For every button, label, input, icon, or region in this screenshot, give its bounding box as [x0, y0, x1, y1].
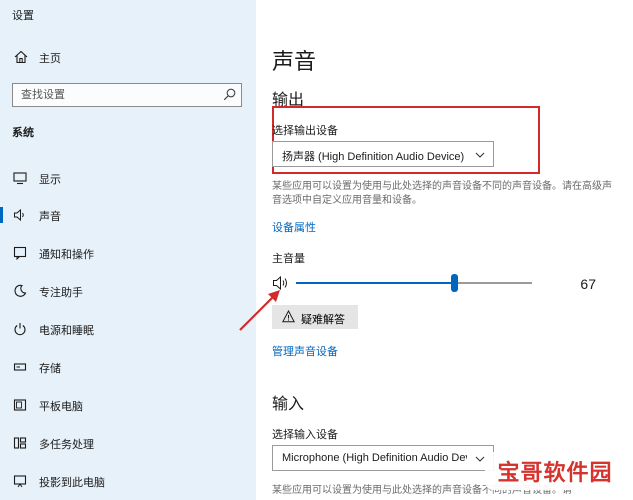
sidebar-item-label: 电源和睡眠	[39, 325, 94, 337]
sidebar-item-label: 专注助手	[39, 287, 83, 299]
sidebar-item-multitasking[interactable]: 多任务处理	[0, 428, 256, 458]
volume-slider-thumb[interactable]	[451, 274, 459, 292]
moon-icon	[14, 284, 27, 297]
sidebar-item-focus-assist[interactable]: 专注助手	[0, 276, 256, 306]
annotation-arrow	[239, 290, 280, 331]
sidebar-item-display[interactable]: 显示	[0, 163, 256, 193]
speaker-icon	[14, 208, 24, 222]
output-device-label: 选择输出设备	[272, 125, 338, 137]
input-heading: 输入	[272, 396, 305, 413]
main-content: 声音 输出 选择输出设备 扬声器 (High Definition Audio …	[256, 0, 633, 500]
master-volume-label: 主音量	[272, 253, 305, 265]
sidebar-item-label: 声音	[39, 211, 61, 223]
power-icon	[14, 323, 26, 336]
search-input[interactable]	[13, 84, 218, 106]
troubleshoot-label: 疑难解答	[301, 314, 345, 326]
volume-value: 67	[580, 276, 596, 292]
sidebar-item-label: 投影到此电脑	[39, 477, 105, 489]
volume-slider[interactable]	[296, 274, 532, 292]
search-icon[interactable]	[223, 88, 236, 101]
home-icon	[14, 50, 28, 64]
sidebar: 主页 系统 显示 声音 通知和操作 专注助手 电源和睡眠 存储 平板电脑 多任务…	[0, 0, 256, 500]
input-device-dropdown[interactable]: Microphone (High Definition Audio Device…	[272, 445, 494, 471]
home-label: 主页	[39, 53, 61, 65]
sidebar-item-notifications[interactable]: 通知和操作	[0, 238, 256, 268]
sidebar-item-storage[interactable]: 存储	[0, 352, 256, 382]
section-label-system: 系统	[12, 127, 34, 139]
sidebar-item-label: 显示	[39, 174, 61, 186]
multitask-icon	[13, 437, 27, 449]
sidebar-item-tablet[interactable]: 平板电脑	[0, 390, 256, 420]
sidebar-item-label: 存储	[39, 363, 61, 375]
notification-icon	[13, 246, 27, 260]
input-device-value: Microphone (High Definition Audio Device…	[282, 452, 467, 464]
input-device-label: 选择输入设备	[272, 429, 338, 441]
manage-sound-devices-link[interactable]: 管理声音设备	[272, 343, 338, 359]
page-title: 声音	[272, 49, 317, 74]
active-indicator	[0, 207, 3, 223]
sidebar-item-label: 通知和操作	[39, 249, 94, 261]
chevron-down-icon	[475, 152, 485, 158]
sidebar-item-project[interactable]: 投影到此电脑	[0, 466, 256, 496]
tablet-icon	[13, 399, 27, 411]
device-properties-link[interactable]: 设备属性	[272, 219, 316, 235]
storage-icon	[13, 363, 27, 371]
sidebar-item-sound[interactable]: 声音	[0, 200, 256, 230]
sidebar-item-label: 多任务处理	[39, 439, 94, 451]
window-title: 设置	[12, 10, 34, 22]
project-icon	[13, 475, 27, 488]
search-box[interactable]	[12, 83, 242, 107]
volume-row: 67	[272, 270, 612, 298]
chevron-down-icon	[475, 456, 485, 462]
sidebar-item-power-sleep[interactable]: 电源和睡眠	[0, 314, 256, 344]
watermark: 宝哥软件园	[485, 452, 625, 490]
output-device-value: 扬声器 (High Definition Audio Device)	[282, 151, 465, 163]
output-device-dropdown[interactable]: 扬声器 (High Definition Audio Device)	[272, 141, 494, 167]
sidebar-item-label: 平板电脑	[39, 401, 83, 413]
watermark-text: 宝哥软件园	[497, 461, 613, 486]
home-nav-item[interactable]: 主页	[0, 46, 256, 70]
monitor-icon	[13, 172, 27, 185]
output-description: 某些应用可以设置为使用与此处选择的声音设备不同的声音设备。请在高级声音选项中自定…	[272, 181, 612, 206]
volume-slider-fill	[296, 282, 455, 284]
